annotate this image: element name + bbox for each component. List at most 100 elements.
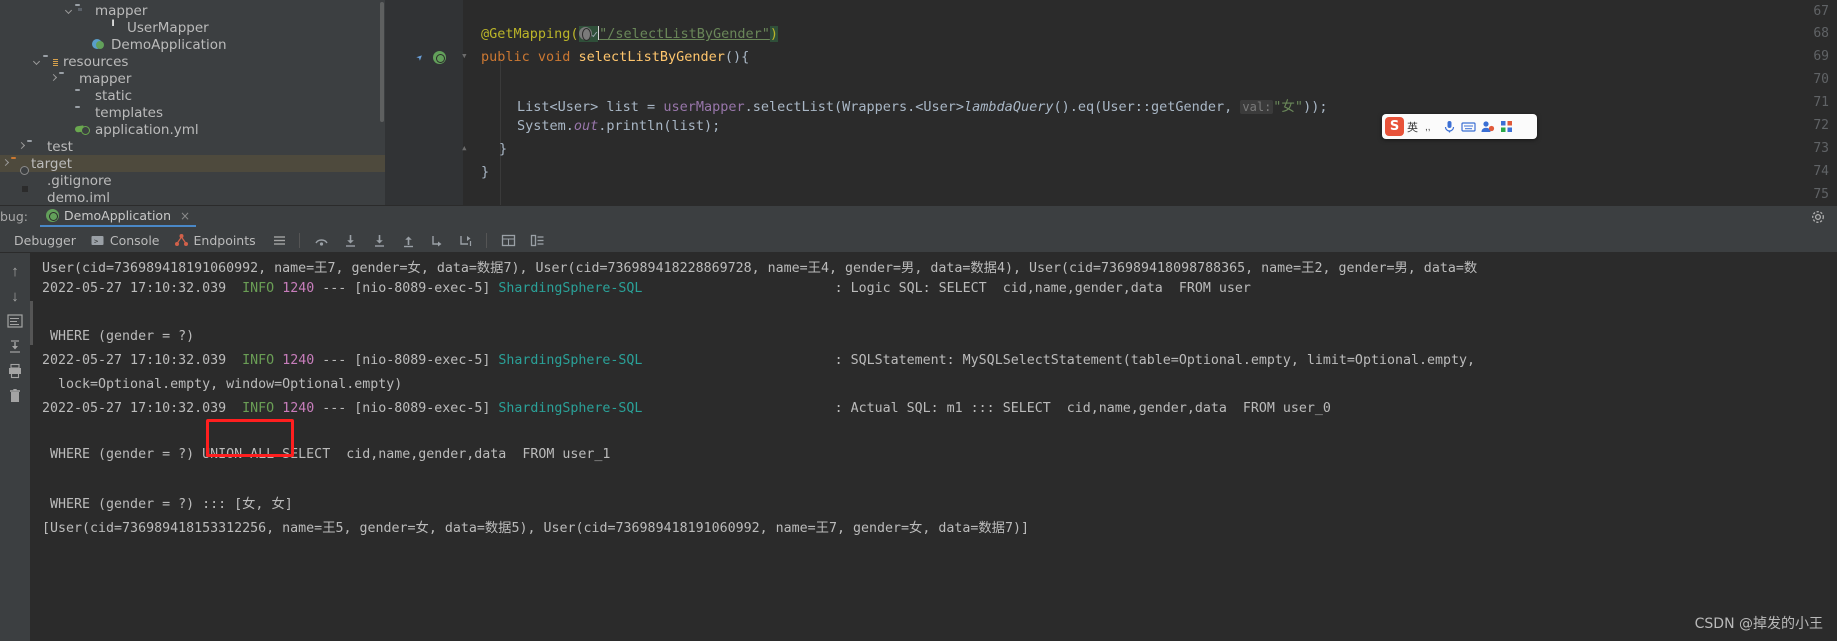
tree-item-usermapper[interactable]: UserMapper [0,19,385,36]
console-segment: 2022-05-27 17:10:32.039 [42,401,243,416]
debug-window-title: bug: [0,209,29,224]
line-number: 67 [1813,4,1829,19]
code-line-69: public void selectListByGender(){ [481,49,749,65]
tree-item-application-yml[interactable]: application.yml [0,121,385,138]
code-line-74: } [481,164,490,180]
code-line-71: List<User> list = userMapper.selectList(… [517,95,1327,115]
ime-mode-label[interactable]: 英 [1404,119,1421,135]
tree-item-templates[interactable]: templates [0,104,385,121]
tree-item-mapper[interactable]: mapper [0,2,385,19]
tree-item-label: templates [95,104,163,121]
spring-gutter-icon[interactable] [433,51,446,64]
folder-src-icon [75,4,90,17]
tree-item-label: static [95,87,133,104]
tab-debugger[interactable]: Debugger [14,233,76,248]
svg-text:,,: ,, [1425,122,1431,133]
chevron-right-icon[interactable] [48,73,59,84]
gitignore-file-icon [27,174,42,187]
tab-endpoints[interactable]: Endpoints [174,233,256,248]
code-fold-end-icon[interactable]: ▴ [461,141,468,154]
step-over-icon[interactable] [314,233,329,248]
console-segment: INFO [242,401,275,416]
code-editor[interactable]: 67 68 69 70 71 72 73 74 75 ▾ @GetMapping… [385,0,1837,205]
console-segment: ShardingSphere-SQL [498,401,643,416]
project-tree[interactable]: mapper UserMapper DemoApplication resources… [0,0,385,206]
step-into-icon[interactable] [343,233,358,248]
chevron-down-icon[interactable] [32,56,43,67]
settings-layout-icon[interactable] [530,233,545,248]
interface-icon [107,21,122,34]
drop-frame-icon[interactable] [430,233,445,248]
chevron-right-icon[interactable] [0,158,11,169]
check-icon[interactable]: ✓ [592,28,599,41]
tree-item-demoapplication[interactable]: DemoApplication [0,36,385,53]
toolbar-separator [298,232,300,248]
yaml-spring-icon [75,123,90,136]
method-name-token: selectListByGender [578,49,725,65]
up-arrow-icon[interactable]: ↑ [6,263,24,281]
tree-item--gitignore[interactable]: .gitignore [0,172,385,189]
paren-close: ) [769,26,778,42]
line-number: 68 [1813,26,1829,41]
spring-boot-icon [91,38,106,51]
chevron-down-icon[interactable] [64,5,75,16]
filter-icon[interactable] [272,233,287,248]
apps-icon[interactable] [1499,119,1514,134]
svg-text:>: > [94,237,98,245]
tree-item-resources[interactable]: resources [0,53,385,70]
down-arrow-icon[interactable]: ↓ [6,288,24,306]
tab-console[interactable]: > Console [90,233,160,248]
tree-item-static[interactable]: static [0,87,385,104]
line-number: 70 [1813,72,1829,87]
tree-item-mapper[interactable]: mapper [0,70,385,87]
gear-icon[interactable] [1811,210,1825,224]
keyboard-icon[interactable] [1461,119,1476,134]
console-output[interactable]: User(cid=736989418191060992, name=王7, ge… [30,253,1837,641]
close-icon[interactable]: × [180,209,190,223]
print-icon[interactable] [6,363,24,381]
tree-item-label: mapper [79,70,132,87]
soft-wrap-icon[interactable] [6,313,24,331]
console-line: [User(cid=736989418153312256, name=王5, g… [42,517,1029,536]
println-token: .println(list); [598,118,721,134]
tree-item-label: demo.iml [47,189,110,206]
tree-item-label: .gitignore [47,172,112,189]
inline-web-hint[interactable]: ✓ [578,26,599,42]
console-segment: WHERE (gender = ?) UNION ALL SELECT cid,… [42,447,611,462]
list-decl: List<User> list = [517,99,664,115]
chevron-right-icon[interactable] [16,141,27,152]
run-to-cursor-icon[interactable] [459,233,474,248]
step-out-icon[interactable] [401,233,416,248]
folder-icon [59,72,74,85]
evaluate-icon[interactable] [501,233,516,248]
trash-icon[interactable] [6,388,24,406]
lambda-query-token: lambdaQuery [964,99,1054,115]
tree-item-demo-iml[interactable]: demo.iml [0,189,385,206]
console-segment: WHERE (gender = ?) [42,329,195,344]
code-fold-icon[interactable]: ▾ [461,49,468,62]
top-split: mapper UserMapper DemoApplication resources… [0,0,1837,206]
console-segment: 1240 [282,281,315,296]
user-icon[interactable] [1480,119,1495,134]
sogou-logo-icon[interactable] [1385,117,1404,136]
annotation-token: @GetMapping [481,26,571,42]
tree-item-test[interactable]: test [0,138,385,155]
console-line: 2022-05-27 17:10:32.039 INFO 1240 --- [n… [42,281,1251,296]
microphone-icon[interactable] [1442,119,1457,134]
code-line-73: } [499,141,508,157]
code-line-68: @GetMapping(✓"/selectListByGender") [481,26,778,42]
tree-item-target[interactable]: target [0,155,385,172]
console-line: 2022-05-27 17:10:32.039 INFO 1240 --- [n… [42,353,1475,368]
force-step-into-icon[interactable] [372,233,387,248]
ime-toolbar[interactable]: 英 ,, [1382,114,1537,139]
run-gutter-icon[interactable] [417,51,430,64]
run-configuration-tab[interactable]: DemoApplication × [40,206,197,227]
globe-icon[interactable] [578,27,592,41]
console-gutter-mark [30,301,33,345]
console-segment [274,281,282,296]
scroll-to-end-icon[interactable] [6,338,24,356]
punctuation-icon[interactable]: ,, [1423,119,1438,134]
line-number: 74 [1813,164,1829,179]
